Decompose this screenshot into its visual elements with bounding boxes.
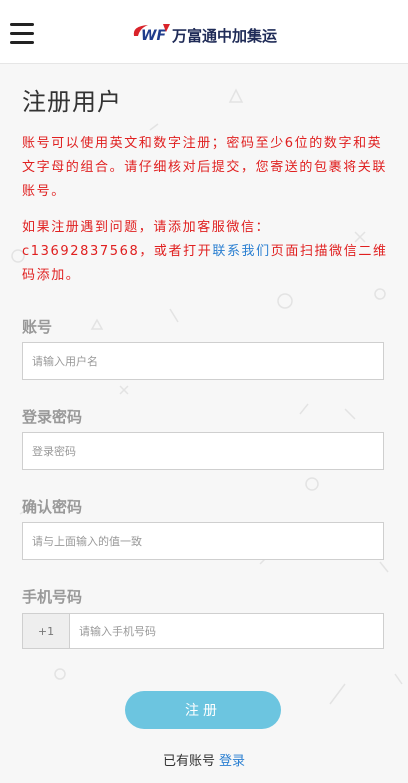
password-input[interactable]: 登录密码 xyxy=(22,432,384,470)
account-rules-notice: 账号可以使用英文和数字注册；密码至少6位的数字和英文字母的组合。请仔细核对后提交… xyxy=(22,136,388,199)
phone-input[interactable]: 请输入手机号码 xyxy=(69,613,384,649)
contact-us-link[interactable]: 联系我们 xyxy=(212,244,270,259)
password-label: 登录密码 xyxy=(22,408,83,426)
has-account-text: 已有账号 xyxy=(162,754,215,769)
password-placeholder: 登录密码 xyxy=(32,445,76,458)
confirm-password-label: 确认密码 xyxy=(22,498,83,516)
support-notice: 如果注册遇到问题，请添加客服微信：c13692837568，或者打开联系我们页面… xyxy=(22,216,392,288)
phone-label: 手机号码 xyxy=(22,588,83,606)
account-input[interactable]: 请输入用户名 xyxy=(22,342,384,380)
login-link[interactable]: 登录 xyxy=(219,754,245,769)
hamburger-menu-icon[interactable] xyxy=(10,22,34,44)
account-label: 账号 xyxy=(22,318,53,336)
page-title: 注册用户 xyxy=(22,88,122,116)
login-prompt: 已有账号 登录 xyxy=(0,750,408,769)
svg-text:WF: WF xyxy=(141,28,166,44)
wf-logo-mark: WF xyxy=(133,24,170,44)
phone-country-code[interactable]: +1 xyxy=(22,613,70,649)
register-button[interactable]: 注册 xyxy=(125,691,281,729)
brand-logo[interactable]: WF 万富通中加集运 xyxy=(130,20,280,48)
phone-placeholder: 请输入手机号码 xyxy=(79,625,156,638)
confirm-password-placeholder: 请与上面输入的值一致 xyxy=(32,535,142,548)
logo-text: 万富通中加集运 xyxy=(172,27,278,45)
account-placeholder: 请输入用户名 xyxy=(32,355,98,368)
confirm-password-input[interactable]: 请与上面输入的值一致 xyxy=(22,522,384,560)
app-header: WF 万富通中加集运 xyxy=(0,0,408,64)
